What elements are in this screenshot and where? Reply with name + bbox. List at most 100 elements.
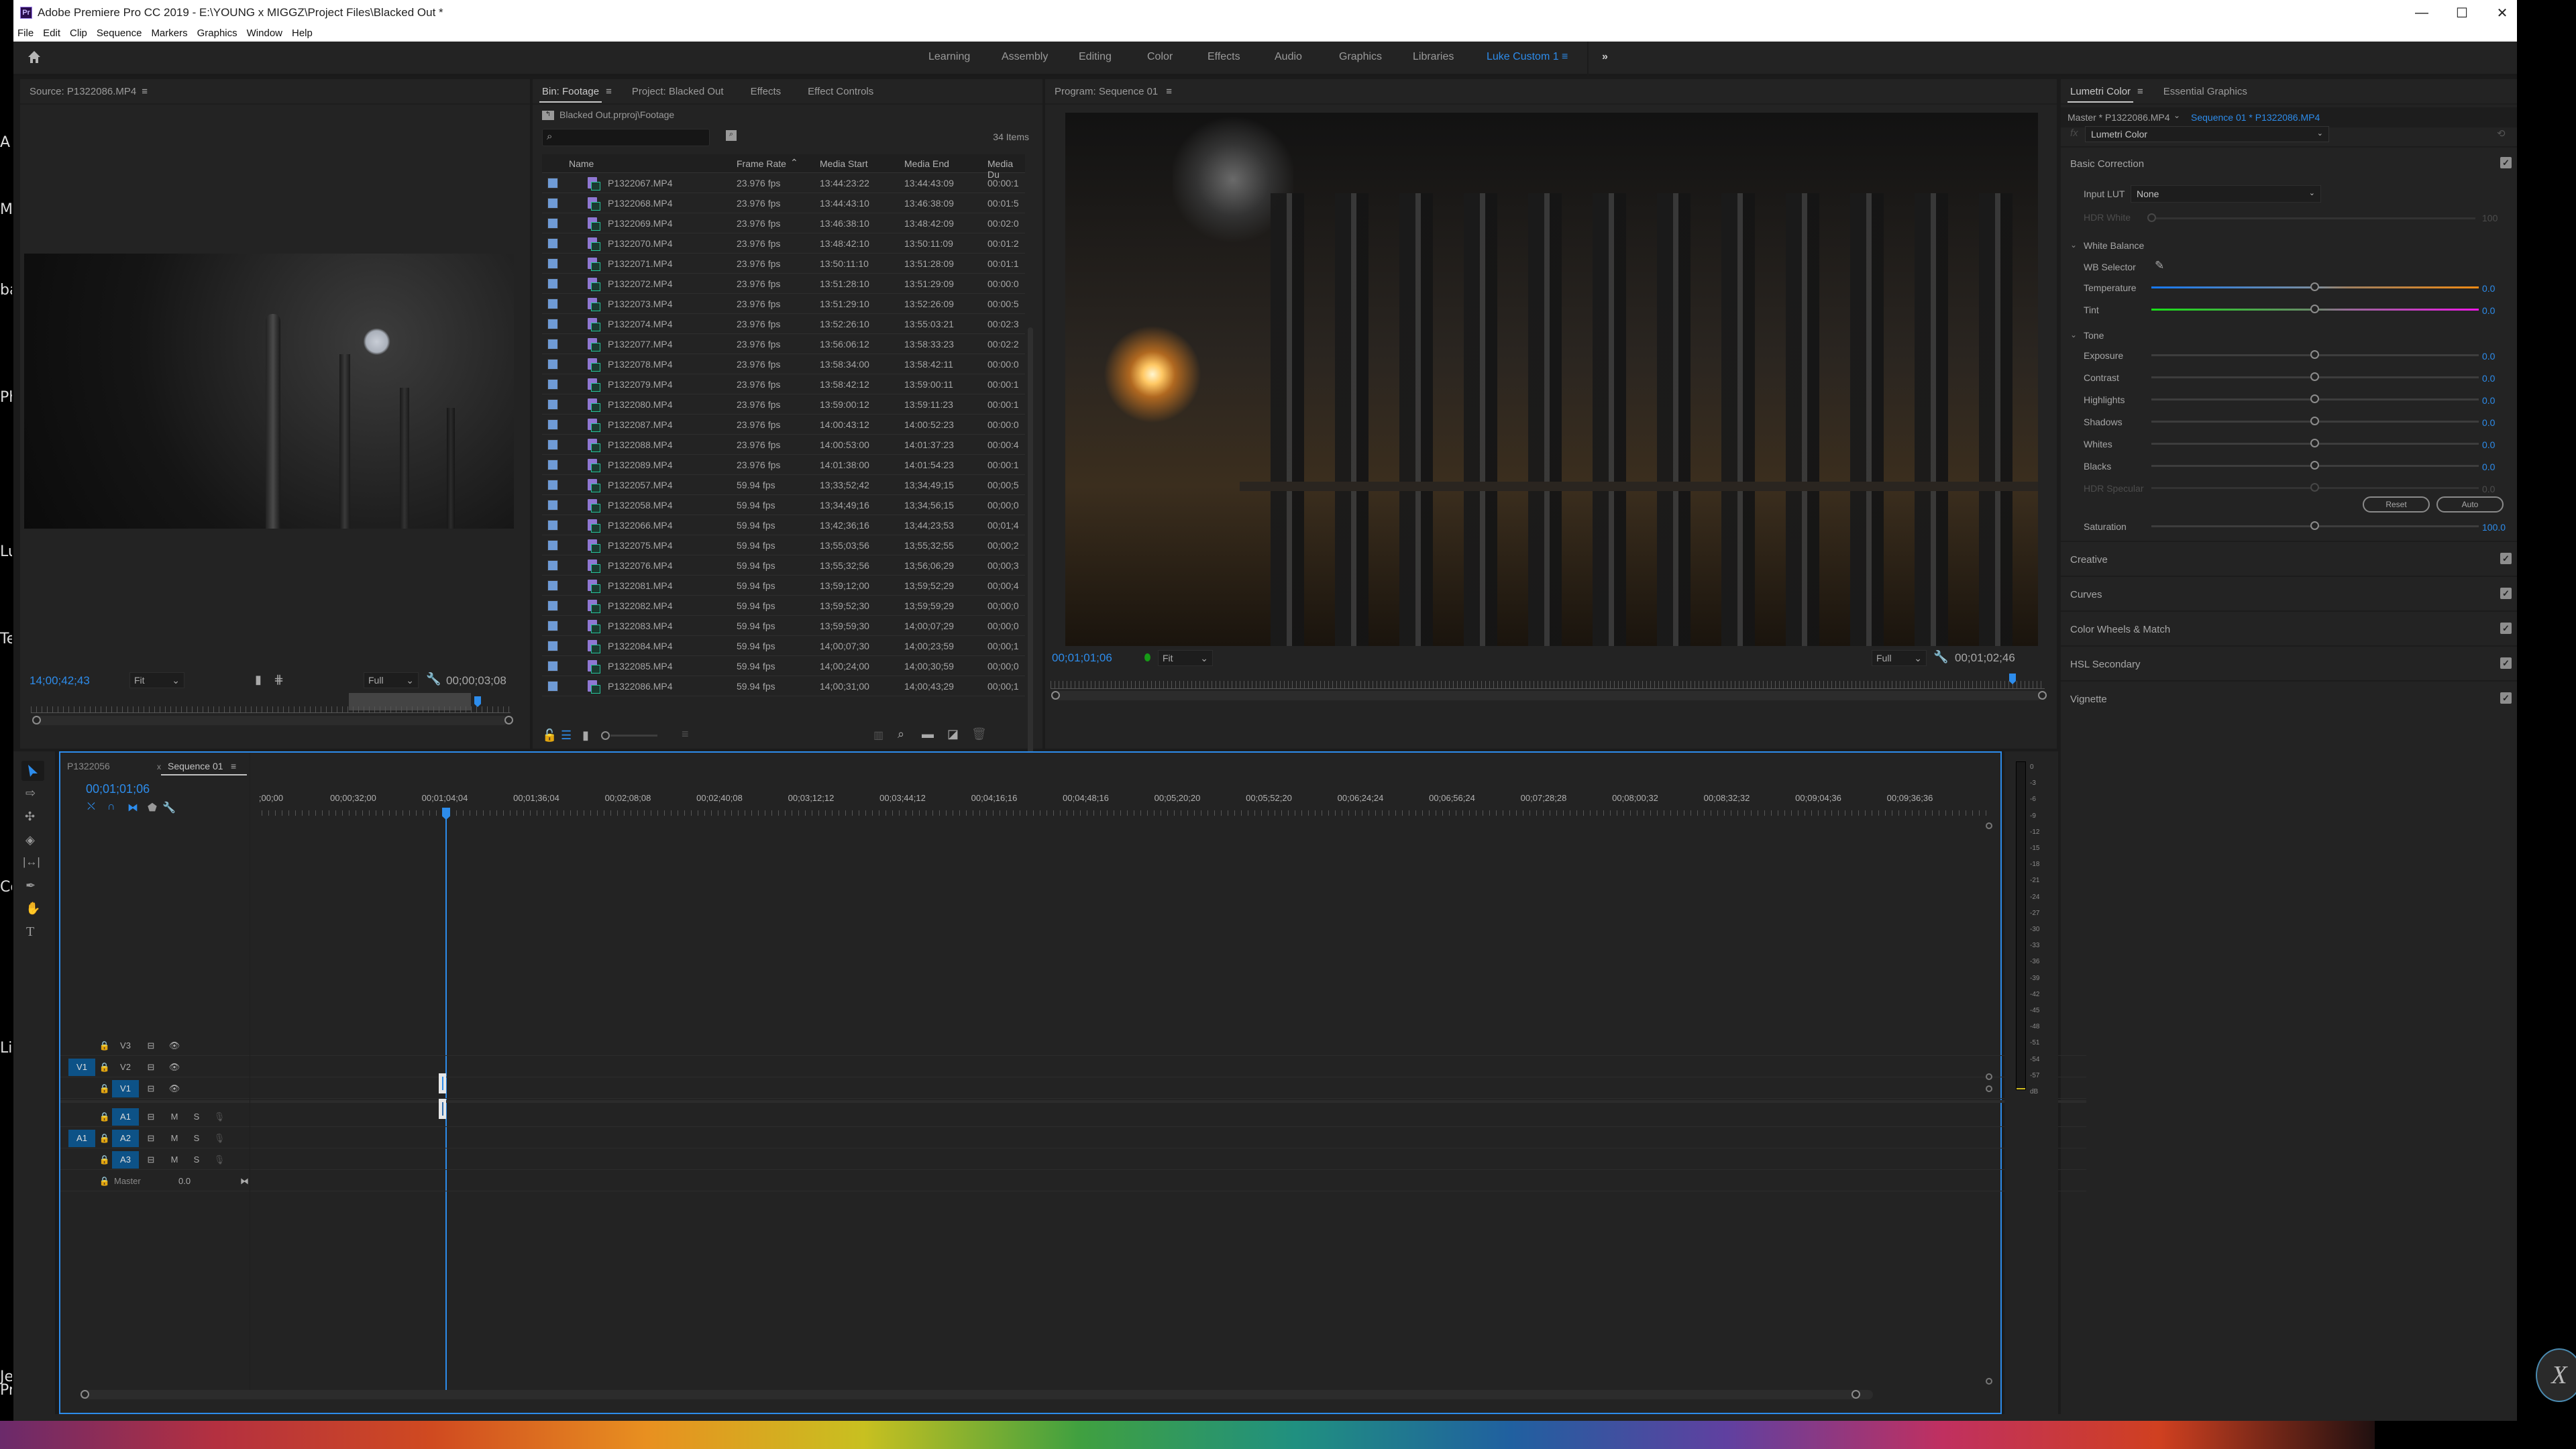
audio-clip-a1[interactable] [439, 1099, 446, 1119]
snap-icon[interactable]: ∩ [107, 801, 115, 813]
timeline-horizontal-scrollbar[interactable] [80, 1390, 1873, 1399]
track-target-a3[interactable]: A3 [112, 1151, 139, 1169]
temperature-value[interactable]: 0.0 [2482, 283, 2495, 294]
label-color-swatch[interactable] [547, 460, 558, 470]
source-time-ruler[interactable] [31, 706, 511, 713]
input-lut-select[interactable]: None ⌄ [2131, 185, 2321, 203]
drag-video-only-icon[interactable]: ▮ [255, 673, 262, 687]
lock-icon[interactable]: 🔒 [98, 1151, 111, 1169]
workspace-libraries[interactable]: Libraries [1413, 51, 1454, 63]
solo-button[interactable]: S [186, 1151, 207, 1169]
microphone-icon[interactable]: 🎙 [209, 1108, 229, 1126]
source-playhead[interactable] [474, 696, 481, 707]
menu-window[interactable]: Window [247, 28, 282, 39]
hand-tool-icon[interactable]: ✋ [25, 902, 40, 916]
sequence-clip-label[interactable]: Sequence 01 * P1322086.MP4 [2191, 112, 2320, 123]
track-select-tool-icon[interactable]: ⇨ [25, 786, 36, 800]
source-zoom-select[interactable]: Fit ⌄ [129, 672, 184, 688]
panel-menu-icon[interactable]: ≡ [231, 761, 236, 771]
lock-icon[interactable]: 🔒 [98, 1059, 111, 1076]
go-to-end-icon[interactable]: ⧓ [240, 1173, 249, 1190]
close-tab-icon[interactable]: x [157, 762, 161, 771]
reset-effect-icon[interactable]: ⟲ [2497, 127, 2506, 140]
source-timecode[interactable]: 14;00;42;43 [30, 674, 90, 688]
track-target-v3[interactable]: V3 [112, 1037, 139, 1055]
bin-row[interactable]: P1322069.MP4 23.976 fps 13:46:38:10 13:48:4… [542, 213, 1025, 233]
shadows-value[interactable]: 0.0 [2482, 417, 2495, 428]
section-enable-checkbox[interactable]: ✓ [2500, 623, 2512, 634]
desktop-icon-label[interactable]: Te [0, 631, 12, 647]
lock-icon[interactable]: 🔒 [98, 1173, 111, 1190]
icon-view-icon[interactable]: ▮ [582, 729, 589, 743]
contrast-value[interactable]: 0.0 [2482, 373, 2495, 384]
menu-graphics[interactable]: Graphics [197, 28, 237, 39]
label-color-swatch[interactable] [547, 178, 558, 189]
video-audio-divider-handle[interactable] [1986, 1085, 1992, 1092]
label-color-swatch[interactable] [547, 439, 558, 450]
workspace-audio[interactable]: Audio [1275, 51, 1302, 63]
section-enable-checkbox[interactable]: ✓ [2500, 553, 2512, 564]
bin-row[interactable]: P1322075.MP4 59.94 fps 13;55;03;56 13;55;32… [542, 535, 1025, 555]
section-hsl-secondary[interactable]: HSL Secondary ✓ [2061, 645, 2517, 680]
label-color-swatch[interactable] [547, 339, 558, 350]
thumbnail-size-slider-knob[interactable] [601, 731, 610, 740]
desktop-icon-label[interactable]: Ph [0, 389, 12, 406]
basic-correction-checkbox[interactable]: ✓ [2500, 157, 2512, 168]
new-item-icon[interactable]: ◪ [947, 727, 959, 741]
wrench-settings-icon[interactable]: 🔧 [426, 672, 441, 686]
label-color-swatch[interactable] [547, 480, 558, 490]
drag-audio-only-icon[interactable]: ⋕ [274, 673, 284, 687]
basic-correction-header[interactable]: Basic Correction [2070, 158, 2144, 170]
linked-selection-icon[interactable]: ⧓ [127, 801, 138, 814]
label-color-swatch[interactable] [547, 218, 558, 229]
bin-search-input[interactable]: ⌕ [542, 129, 710, 146]
exposure-value[interactable]: 0.0 [2482, 351, 2495, 362]
col-media-start[interactable]: Media Start [820, 158, 868, 169]
lock-icon[interactable]: 🔒 [98, 1108, 111, 1126]
sync-lock-icon[interactable]: ⊟ [141, 1108, 161, 1126]
desktop-icon-label[interactable]: A [0, 134, 12, 151]
desktop-icon-label[interactable]: Lic [0, 1040, 12, 1057]
bin-row[interactable]: P1322088.MP4 23.976 fps 14:00:53:00 14:01:3… [542, 435, 1025, 455]
program-zoom-select[interactable]: Fit ⌄ [1158, 650, 1213, 666]
tab-effect-controls[interactable]: Effect Controls [808, 82, 873, 101]
bin-row[interactable]: P1322086.MP4 59.94 fps 14;00;31;00 14;00;43… [542, 676, 1025, 696]
nest-source-icon[interactable]: ⛌ [87, 801, 95, 813]
sync-lock-icon[interactable]: ⊟ [141, 1080, 161, 1097]
find-icon[interactable]: ⌕ [898, 727, 904, 741]
bin-row[interactable]: P1322083.MP4 59.94 fps 13;59;59;30 14;00;07… [542, 616, 1025, 636]
bin-row[interactable]: P1322081.MP4 59.94 fps 13;59;12;00 13;59;52… [542, 576, 1025, 596]
source-zoom-scrollbar[interactable] [35, 716, 508, 725]
source-video-frame[interactable] [24, 254, 514, 529]
menu-clip[interactable]: Clip [70, 28, 87, 39]
eyedropper-icon[interactable]: ✎ [2155, 259, 2164, 272]
lock-icon[interactable]: 🔒 [98, 1130, 111, 1147]
program-time-ruler[interactable] [1051, 681, 2045, 689]
trash-icon[interactable]: 🗑 [971, 727, 987, 741]
home-icon[interactable] [27, 50, 42, 64]
chevron-down-icon[interactable]: ⌄ [2070, 240, 2077, 250]
bin-row[interactable]: P1322076.MP4 59.94 fps 13;55;32;56 13;56;06… [542, 555, 1025, 576]
program-video-frame[interactable] [1065, 113, 2038, 646]
highlights-slider-knob[interactable] [2310, 394, 2319, 403]
label-color-swatch[interactable] [547, 520, 558, 531]
scrollbar-right-handle[interactable] [2038, 691, 2047, 700]
menu-markers[interactable]: Markers [151, 28, 187, 39]
bin-row[interactable]: P1322085.MP4 59.94 fps 14;00;24;00 14;00;30… [542, 656, 1025, 676]
label-color-swatch[interactable] [547, 238, 558, 249]
tab-sequence-01[interactable]: Sequence 01 [168, 761, 223, 771]
sync-lock-icon[interactable]: ⊟ [141, 1130, 161, 1147]
label-color-swatch[interactable] [547, 399, 558, 410]
track-target-a1[interactable]: A1 [112, 1108, 139, 1126]
tone-reset-button[interactable]: Reset [2363, 496, 2430, 513]
label-color-swatch[interactable] [547, 319, 558, 329]
bin-row[interactable]: P1322074.MP4 23.976 fps 13:52:26:10 13:55:0… [542, 314, 1025, 334]
new-bin-icon[interactable]: ▬ [922, 727, 934, 741]
section-creative[interactable]: Creative ✓ [2061, 541, 2517, 576]
mute-button[interactable]: M [164, 1108, 184, 1126]
desktop-icon-label[interactable]: Lu [0, 543, 12, 560]
track-target-v2[interactable]: V2 [112, 1059, 139, 1076]
menu-sequence[interactable]: Sequence [97, 28, 142, 39]
scrollbar-right-handle[interactable] [504, 716, 513, 724]
label-color-swatch[interactable] [547, 560, 558, 571]
